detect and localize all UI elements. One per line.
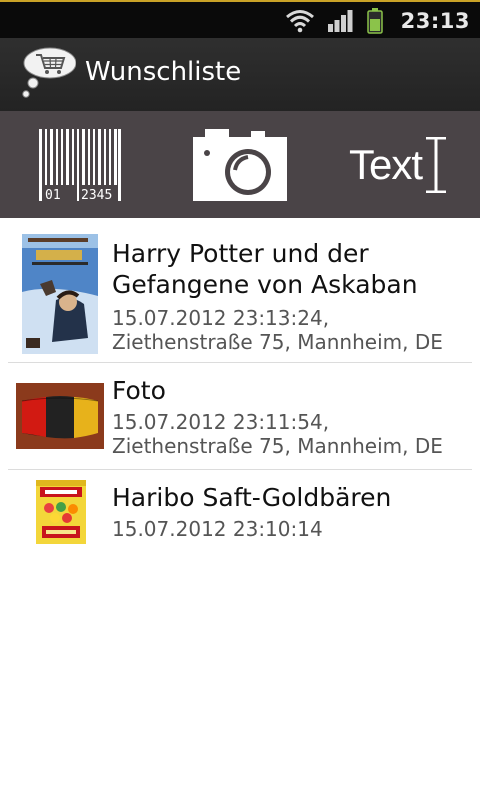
wishlist: Harry Potter und der Gefangene von Askab…: [0, 218, 480, 560]
status-bar: 23:13: [0, 0, 480, 38]
list-item[interactable]: Haribo Saft-Goldbären 15.07.2012 23:10:1…: [0, 470, 480, 560]
list-item[interactable]: Harry Potter und der Gefangene von Askab…: [0, 218, 480, 363]
signal-icon: [327, 9, 353, 33]
photo-thumbnail: [16, 383, 104, 449]
item-title: Foto: [112, 376, 166, 405]
barcode-icon: 01 2345: [39, 128, 121, 201]
barcode-digits-left: 01: [45, 188, 61, 201]
book-cover-thumbnail: [22, 234, 98, 354]
enter-text-button[interactable]: Text: [335, 111, 460, 218]
wifi-icon: [285, 9, 315, 33]
status-clock: 23:13: [400, 9, 470, 33]
app-title: Wunschliste: [85, 57, 242, 87]
product-bag-thumbnail: [36, 480, 86, 544]
shopping-cart-thought-bubble-icon[interactable]: [20, 46, 77, 106]
text-cursor-icon: [426, 136, 447, 193]
item-title: Harry Potter und der Gefangene von Askab…: [112, 239, 418, 299]
status-icons: 23:13: [285, 6, 470, 36]
take-photo-button[interactable]: [180, 111, 300, 218]
action-bar: 01 2345 Text: [0, 111, 480, 218]
battery-icon: [366, 8, 383, 34]
item-meta: 15.07.2012 23:10:14: [112, 517, 323, 541]
item-title: Haribo Saft-Goldbären: [112, 483, 392, 512]
text-button-label: Text: [348, 140, 423, 188]
item-meta: 15.07.2012 23:13:24, Ziethenstraße 75, M…: [112, 306, 443, 354]
barcode-digits-right: 2345: [81, 188, 112, 201]
list-item[interactable]: Foto 15.07.2012 23:11:54, Ziethenstraße …: [0, 363, 480, 470]
scan-barcode-button[interactable]: 01 2345: [20, 111, 140, 218]
title-bar: Wunschliste: [0, 38, 480, 112]
item-meta: 15.07.2012 23:11:54, Ziethenstraße 75, M…: [112, 410, 443, 458]
camera-icon: [193, 128, 287, 201]
